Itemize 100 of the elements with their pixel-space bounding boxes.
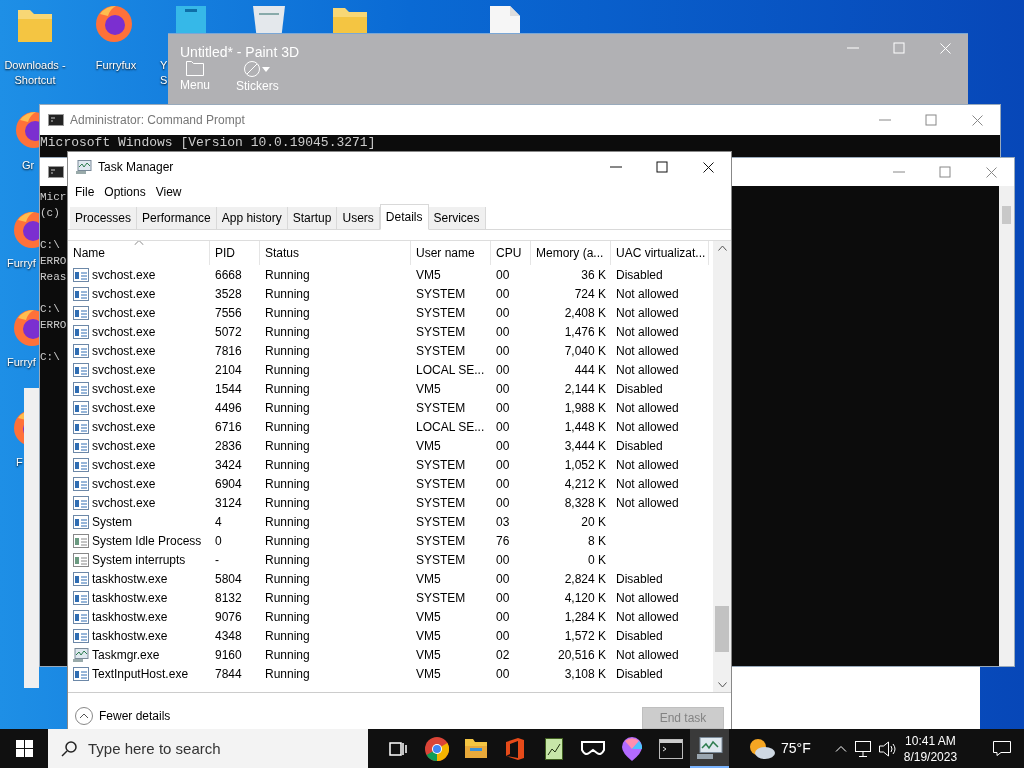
sticker-icon — [244, 61, 261, 77]
column-header[interactable]: Memory (a... — [531, 241, 611, 265]
speaker-icon[interactable] — [878, 740, 896, 757]
collapse-icon[interactable] — [75, 707, 93, 725]
window-icon — [73, 552, 89, 567]
table-cell-text: Running — [265, 665, 310, 683]
table-cell-text: System — [92, 513, 132, 531]
table-cell-text: SYSTEM — [416, 399, 466, 417]
tab[interactable]: Users — [337, 207, 380, 229]
table-cell-text: 3,108 K — [564, 665, 606, 683]
column-header[interactable]: UAC virtualizat... — [611, 241, 709, 265]
folder-icon — [464, 739, 487, 758]
console-icon — [658, 738, 683, 759]
column-header[interactable]: Status — [260, 241, 411, 265]
console-line: (c) — [40, 207, 60, 219]
table-cell-text: 00 — [496, 342, 510, 360]
table-cell-text: Running — [265, 361, 310, 379]
table-cell-text: 3528 — [215, 285, 242, 303]
table-cell-text: 00 — [496, 266, 510, 284]
table-cell-text: VM5 — [416, 627, 441, 645]
table-cell-text: taskhostw.exe — [92, 608, 168, 626]
chevron-up-icon[interactable] — [834, 745, 847, 752]
table-cell-text: LOCAL SE... — [416, 418, 485, 436]
tab[interactable]: Startup — [287, 207, 338, 229]
window-icon — [73, 514, 89, 529]
taskbar-button[interactable] — [690, 729, 729, 768]
tab[interactable]: Details — [379, 204, 429, 230]
table-cell-text: 00 — [496, 437, 510, 455]
window-icon — [73, 628, 89, 643]
table-cell-text: Not allowed — [616, 475, 679, 493]
table-cell-text: 20,516 K — [557, 646, 606, 664]
tab[interactable]: Processes — [70, 207, 138, 229]
table-cell-text: 00 — [496, 589, 510, 607]
icon-label[interactable]: Furryfux — [78, 58, 154, 73]
table-cell-text: SYSTEM — [416, 494, 466, 512]
console-line: ERRO — [40, 319, 67, 331]
table-cell-text: 0 — [215, 532, 222, 550]
icon-label[interactable]: Downloads - Shortcut — [0, 58, 73, 88]
network-icon[interactable] — [854, 740, 871, 757]
table-cell-text: 1,284 K — [564, 608, 606, 626]
folder-icon — [18, 10, 52, 42]
column-header[interactable]: Name — [68, 241, 210, 265]
icon-label[interactable]: Gr — [22, 158, 35, 173]
fewer-details-link[interactable]: Fewer details — [99, 707, 171, 725]
table-cell-text: Running — [265, 513, 310, 531]
clock[interactable]: 10:41 AM 8/19/2023 — [903, 732, 958, 765]
table-cell-text: Running — [265, 627, 310, 645]
table-cell-text: Disabled — [616, 570, 663, 588]
table-cell-text: VM5 — [416, 380, 441, 398]
table-cell-text: 00 — [496, 304, 510, 322]
table-cell-text: svchost.exe — [92, 361, 156, 379]
paint-drop-icon — [621, 736, 642, 761]
close-icon — [971, 114, 983, 126]
scroll-up-icon[interactable] — [717, 245, 727, 251]
scrollbar[interactable] — [713, 241, 731, 692]
table-cell-text: 00 — [496, 494, 510, 512]
table-cell-text: 00 — [496, 399, 510, 417]
close-icon — [702, 161, 714, 173]
column-header[interactable]: CPU — [491, 241, 531, 265]
window-icon — [73, 362, 89, 377]
column-header[interactable]: User name — [411, 241, 491, 265]
table-cell-text: 00 — [496, 285, 510, 303]
table-cell-text: svchost.exe — [92, 285, 156, 303]
scroll-down-icon[interactable] — [717, 682, 727, 688]
table-cell-text: 1,448 K — [564, 418, 606, 436]
table-cell-text: Disabled — [616, 380, 663, 398]
table-cell-text: 2104 — [215, 361, 242, 379]
scroll-thumb[interactable] — [715, 606, 729, 652]
table-cell-text: Not allowed — [616, 494, 679, 512]
menu-item[interactable]: View — [152, 183, 185, 201]
tab[interactable]: Performance — [137, 207, 217, 229]
minimize-icon — [893, 171, 905, 173]
table-cell-text: 4496 — [215, 399, 242, 417]
table-cell-text: Not allowed — [616, 646, 679, 664]
table-cell-text: SYSTEM — [416, 532, 466, 550]
table-cell-text: Not allowed — [616, 323, 679, 341]
search-field[interactable]: Type here to search — [48, 729, 368, 768]
console-line: ERRO — [40, 255, 67, 267]
console-line: Microsoft Windows [Version 10.0.19045.3271] — [40, 135, 376, 150]
table-cell-text: Running — [265, 456, 310, 474]
scroll-thumb[interactable] — [1002, 206, 1011, 224]
table-cell-text: Running — [265, 494, 310, 512]
icon-label[interactable]: Y S — [160, 58, 168, 88]
headset-icon — [580, 740, 605, 757]
scrollbar[interactable] — [999, 186, 1014, 666]
column-header[interactable]: PID — [210, 241, 260, 265]
task-view-icon — [388, 741, 407, 756]
console-icon — [48, 166, 64, 178]
menu-item[interactable]: File — [72, 183, 98, 201]
table-cell-text: Running — [265, 475, 310, 493]
table-cell-text: 00 — [496, 418, 510, 436]
tab[interactable]: App history — [216, 207, 288, 229]
maximize-icon — [893, 42, 905, 54]
window-title: Untitled* - Paint 3D — [180, 43, 300, 62]
chrome-icon — [424, 736, 449, 761]
tab[interactable]: Services — [428, 207, 486, 229]
table-cell-text: VM5 — [416, 266, 441, 284]
menu-item[interactable]: Options — [101, 183, 149, 201]
table-cell-text: System interrupts — [92, 551, 186, 569]
temperature[interactable]: 75°F — [781, 738, 811, 759]
